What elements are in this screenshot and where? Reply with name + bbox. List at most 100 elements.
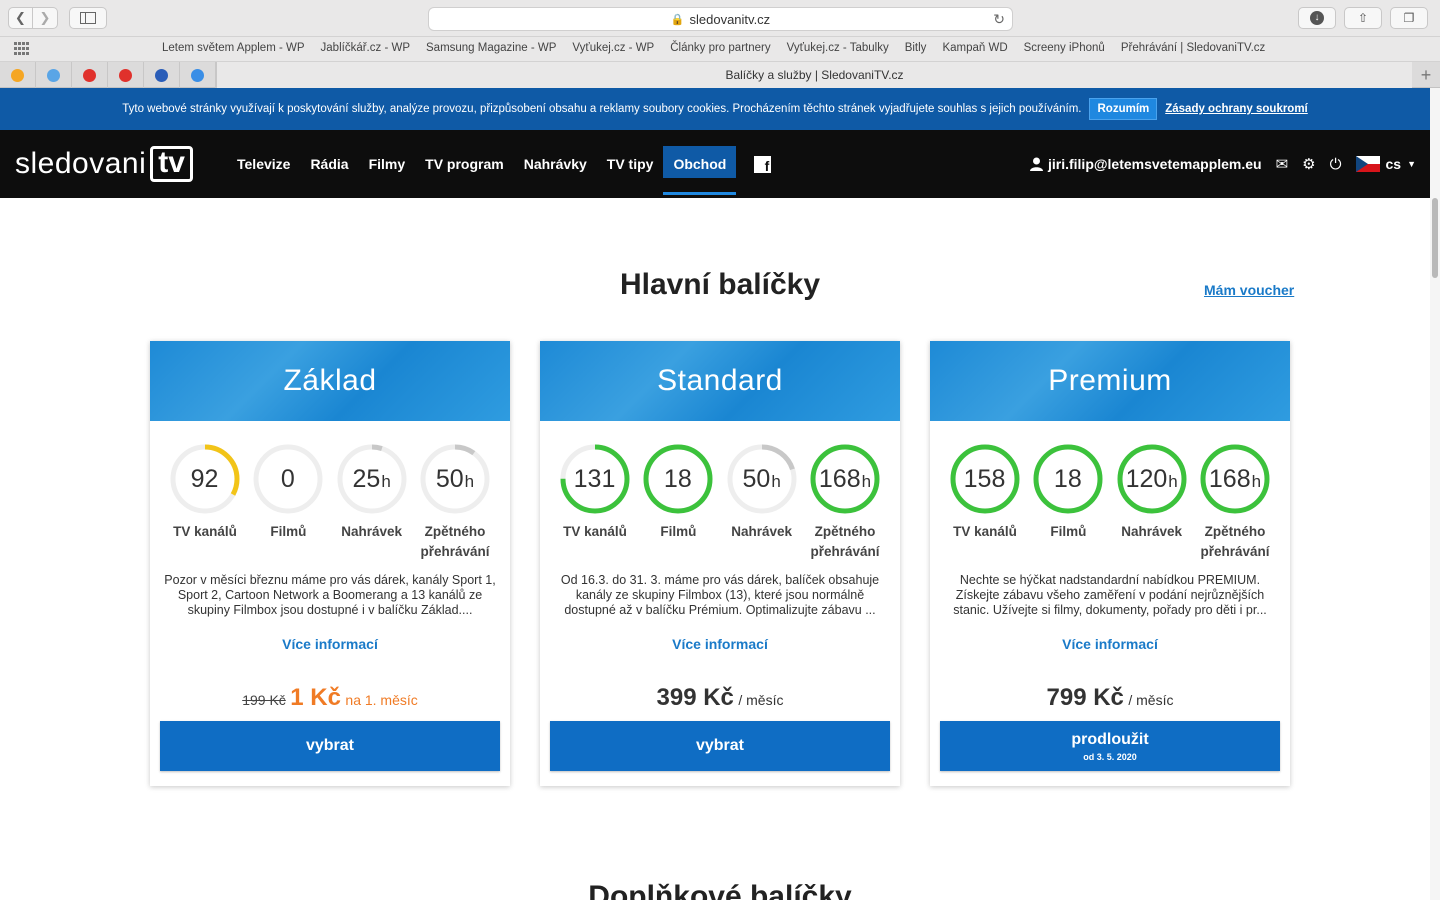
stat-ring: 131 — [560, 444, 630, 514]
pinned-tab[interactable] — [108, 62, 144, 88]
user-email: jiri.filip@letemsvetemapplem.eu — [1047, 156, 1262, 172]
stat-value: 18 — [1053, 464, 1082, 493]
language-select[interactable]: cs ▼ — [1355, 156, 1416, 172]
back-button[interactable]: ❮ — [8, 7, 33, 29]
forward-button[interactable]: ❯ — [33, 7, 58, 29]
new-tab-button[interactable]: + — [1412, 62, 1440, 88]
address-bar[interactable]: 🔒 sledovanitv.cz ↻ — [428, 7, 1013, 31]
apps-grid-icon[interactable] — [14, 42, 30, 56]
bookmark-item[interactable]: Bitly — [905, 42, 927, 54]
stat-ring: 0 — [253, 444, 323, 514]
package-description: Nechte se hýčkat nadstandardní nabídkou … — [953, 573, 1267, 617]
share-icon: ⇧ — [1357, 11, 1369, 25]
button-sublabel: od 3. 5. 2020 — [1083, 751, 1137, 762]
user-icon — [1029, 157, 1043, 171]
reload-icon[interactable]: ↻ — [993, 11, 1005, 28]
scrollbar-thumb[interactable] — [1432, 198, 1438, 278]
cookie-banner: Tyto webové stránky využívají k poskytov… — [0, 88, 1430, 130]
bookmark-item[interactable]: Přehrávání | SledovaniTV.cz — [1121, 42, 1265, 54]
bookmark-item[interactable]: Vyťukej.cz - WP — [572, 42, 654, 54]
site-logo[interactable]: sledovani tv — [15, 146, 193, 182]
stat-ring: 18 — [1033, 444, 1103, 514]
tabs-overview-button[interactable]: ❐ — [1390, 7, 1428, 29]
stat-ring: 18 — [643, 444, 713, 514]
share-button[interactable]: ⇧ — [1344, 7, 1382, 29]
more-info-link[interactable]: Více informací — [930, 636, 1290, 652]
more-info-link[interactable]: Více informací — [540, 636, 900, 652]
nav-item-nahravky[interactable]: Nahrávky — [514, 130, 597, 198]
bookmark-item[interactable]: Samsung Magazine - WP — [426, 42, 556, 54]
package-stat: 50 h Zpětného přehrávání — [418, 444, 492, 562]
select-package-button[interactable]: vybrat — [550, 721, 890, 771]
cookie-agree-button[interactable]: Rozumím — [1089, 98, 1158, 120]
package-description: Od 16.3. do 31. 3. máme pro vás dárek, b… — [560, 573, 880, 617]
privacy-policy-link[interactable]: Zásady ochrany soukromí — [1165, 103, 1308, 115]
stat-value: 158 — [963, 464, 1006, 493]
power-icon[interactable]: ⏻ — [1330, 156, 1342, 173]
nav-item-obchod[interactable]: Obchod — [663, 130, 737, 198]
stat-value: 131 — [573, 464, 616, 493]
package-price: 199 Kč 1 Kč na 1. měsíc — [150, 684, 510, 712]
nav-item-tv-tipy[interactable]: TV tipy — [597, 130, 664, 198]
pinned-tab[interactable] — [180, 62, 216, 88]
sidebar-toggle-button[interactable] — [69, 7, 107, 29]
bookmarks-bar: Letem světem Applem - WP Jablíčkář.cz - … — [0, 37, 1440, 62]
sidebar-icon — [80, 12, 96, 24]
package-price: 799 Kč / měsíc — [930, 684, 1290, 712]
main-nav: Televize Rádia Filmy TV program Nahrávky… — [227, 130, 781, 198]
bookmark-item[interactable]: Kampaň WD — [942, 42, 1007, 54]
package-stat: 120 h Nahrávek — [1115, 444, 1189, 562]
site-favicon-icon — [155, 68, 168, 82]
package-stat: 18 Filmů — [641, 444, 715, 562]
stat-value: 0 — [280, 464, 295, 493]
stat-ring: 50 h — [420, 444, 490, 514]
site-favicon-icon — [11, 68, 24, 82]
bookmark-item[interactable]: Jablíčkář.cz - WP — [321, 42, 410, 54]
page-scrollbar[interactable] — [1430, 88, 1440, 900]
bookmark-item[interactable]: Články pro partnery — [670, 42, 770, 54]
site-header: sledovani tv Televize Rádia Filmy TV pro… — [0, 130, 1430, 198]
bookmark-item[interactable]: Vyťukej.cz - Tabulky — [787, 42, 889, 54]
select-package-button[interactable]: prodloužit od 3. 5. 2020 — [940, 721, 1280, 771]
button-label: prodloužit — [1071, 730, 1149, 748]
active-tab[interactable]: Balíčky a služby | SledovaniTV.cz — [216, 62, 1412, 88]
nav-item-filmy[interactable]: Filmy — [359, 130, 416, 198]
downloads-button[interactable]: ↓ — [1298, 7, 1336, 29]
mail-icon[interactable]: ✉ — [1276, 155, 1289, 173]
stat-label: TV kanálů — [563, 524, 627, 539]
lock-icon: 🔒 — [670, 13, 685, 26]
toolbar-actions: ↓ ⇧ ❐ — [1298, 7, 1428, 29]
pinned-tab[interactable] — [72, 62, 108, 88]
stat-value: 120 h — [1125, 464, 1178, 493]
package-stat: 92 TV kanálů — [168, 444, 242, 562]
stat-label: Zpětného přehrávání — [810, 524, 880, 559]
nav-item-radia[interactable]: Rádia — [300, 130, 358, 198]
stat-ring: 92 — [170, 444, 240, 514]
stat-label: Nahrávek — [731, 524, 793, 539]
nav-item-tv-program[interactable]: TV program — [415, 130, 514, 198]
bookmark-item[interactable]: Letem světem Applem - WP — [162, 42, 305, 54]
pinned-tab[interactable] — [0, 62, 36, 88]
user-account-link[interactable]: jiri.filip@letemsvetemapplem.eu — [1029, 156, 1262, 172]
bookmark-item[interactable]: Screeny iPhonů — [1024, 42, 1105, 54]
packages-section: Hlavní balíčky Mám voucher Základ 92 TV … — [0, 198, 1430, 900]
stat-label: TV kanálů — [953, 524, 1017, 539]
stat-unit: h — [1251, 472, 1262, 491]
facebook-link[interactable]: f — [736, 130, 781, 198]
nav-item-televize[interactable]: Televize — [227, 130, 300, 198]
gear-icon[interactable]: ⚙ — [1302, 155, 1315, 173]
pinned-tab[interactable] — [36, 62, 72, 88]
voucher-link[interactable]: Mám voucher — [1204, 282, 1294, 298]
package-stat: 168 h Zpětného přehrávání — [808, 444, 882, 562]
logo-word: sledovani — [15, 147, 147, 180]
download-icon: ↓ — [1310, 11, 1324, 25]
more-info-link[interactable]: Více informací — [150, 636, 510, 652]
package-stats: 158 TV kanálů 18 Filmů 120 h Nahrávek 16… — [948, 444, 1272, 562]
bookmark-list: Letem světem Applem - WP Jablíčkář.cz - … — [162, 42, 1265, 54]
pinned-tab[interactable] — [144, 62, 180, 88]
addon-section-title: Doplňkové balíčky — [588, 880, 852, 900]
chevron-right-icon: ❯ — [39, 10, 51, 25]
select-package-button[interactable]: vybrat — [160, 721, 500, 771]
stat-ring: 158 — [950, 444, 1020, 514]
site-favicon-icon — [119, 68, 132, 82]
